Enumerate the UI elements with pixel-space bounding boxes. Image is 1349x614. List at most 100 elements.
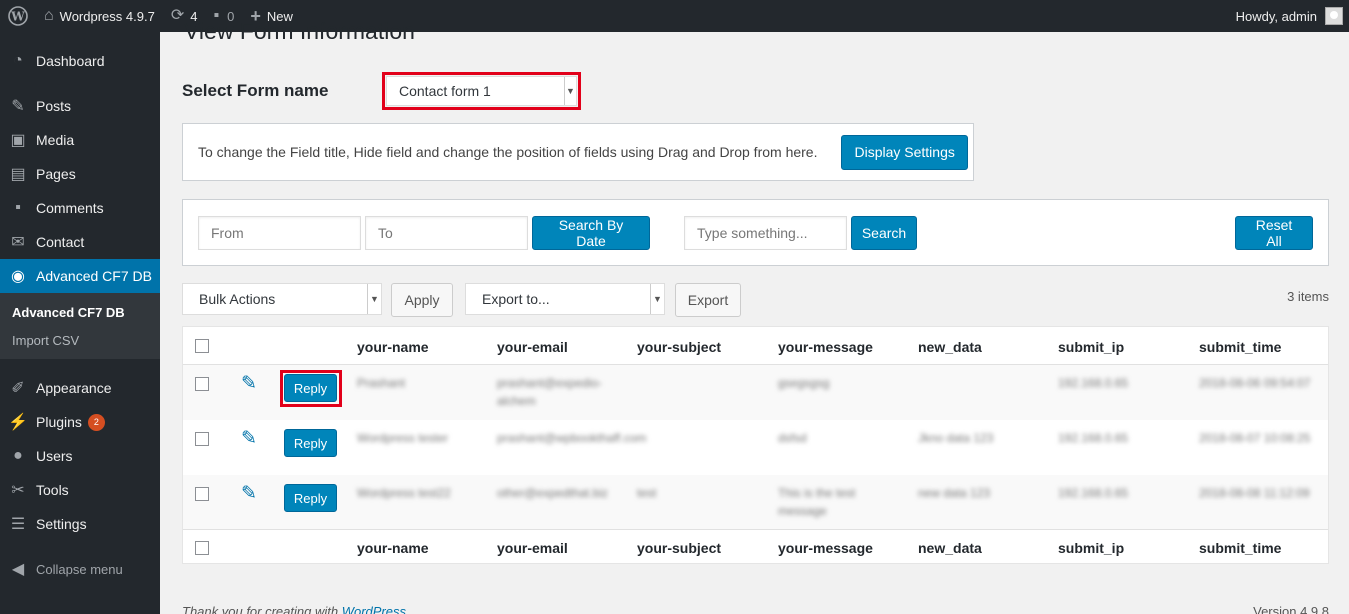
column-header-your-name[interactable]: your-name <box>357 339 429 355</box>
search-input[interactable]: Type something... <box>684 216 847 250</box>
chevron-down-icon: ▼ <box>650 284 664 314</box>
edit-icon[interactable]: ✎ <box>241 484 263 503</box>
cell-submit-time: 2018-08-07 10:08:25 <box>1199 431 1311 445</box>
row-checkbox[interactable] <box>195 487 209 501</box>
wordpress-link[interactable]: WordPress <box>342 604 406 614</box>
sidebar-item-posts[interactable]: ✎ Posts <box>0 89 160 123</box>
column-footer-your-subject[interactable]: your-subject <box>637 540 721 556</box>
reply-button[interactable]: Reply <box>284 484 337 512</box>
row-checkbox[interactable] <box>195 377 209 391</box>
wrench-icon: ✂ <box>11 482 25 499</box>
column-footer-your-email[interactable]: your-email <box>497 540 568 556</box>
sidebar-item-plugins[interactable]: ⚡ Plugins 2 <box>0 405 160 439</box>
from-date-input[interactable]: From <box>198 216 361 250</box>
media-icon: ▣ <box>10 132 26 149</box>
column-header-submit-time[interactable]: submit_time <box>1199 339 1281 355</box>
plugins-update-badge: 2 <box>87 413 105 431</box>
column-footer-submit-ip[interactable]: submit_ip <box>1058 540 1124 556</box>
cell-new-data: Jkno data 123 <box>918 431 994 445</box>
submenu-advanced-cf7-db[interactable]: Advanced CF7 DB <box>0 299 160 327</box>
items-count: 3 items <box>1287 289 1329 304</box>
cell-submit-ip: 192.168.0.65 <box>1058 376 1129 390</box>
table-header-row: your-name your-email your-subject your-m… <box>183 327 1328 365</box>
user-icon: ● <box>13 447 23 464</box>
sidebar-item-comments[interactable]: ▪ Comments <box>0 191 160 225</box>
column-header-new-data[interactable]: new_data <box>918 339 982 355</box>
sidebar-item-pages[interactable]: ▤ Pages <box>0 157 160 191</box>
chevron-down-icon: ▼ <box>367 284 381 314</box>
reply-button[interactable]: Reply <box>284 374 337 402</box>
edit-icon[interactable]: ✎ <box>241 374 263 393</box>
cell-your-name: Wordpress test22 <box>357 486 451 500</box>
avatar <box>1325 7 1343 25</box>
display-settings-button[interactable]: Display Settings <box>841 134 968 170</box>
cell-submit-ip: 192.168.0.65 <box>1058 486 1129 500</box>
column-header-your-message[interactable]: your-message <box>778 339 873 355</box>
footer-version: Version 4.9.8 <box>1253 604 1329 614</box>
select-all-checkbox[interactable] <box>195 541 209 555</box>
sidebar-item-appearance[interactable]: ✐ Appearance <box>0 371 160 405</box>
cell-your-email: prashant@expedio-alchem <box>497 376 602 408</box>
cell-submit-time: 2018-08-06 09:54:07 <box>1199 376 1311 390</box>
updates-icon: ⟳ <box>170 7 185 24</box>
export-to-value: Export to... <box>482 291 550 307</box>
table-footer-row: your-name your-email your-subject your-m… <box>183 529 1328 565</box>
sidebar-item-media[interactable]: ▣ Media <box>0 123 160 157</box>
form-name-select[interactable]: Contact form 1 ▼ <box>386 76 577 106</box>
sidebar-item-label: Posts <box>36 98 72 114</box>
sidebar-item-label: Plugins <box>36 414 82 430</box>
select-all-checkbox[interactable] <box>195 339 209 353</box>
sidebar-item-contact[interactable]: ✉ Contact <box>0 225 160 259</box>
sidebar-item-dashboard[interactable]: ◔ Dashboard <box>0 44 160 78</box>
sidebar-item-users[interactable]: ● Users <box>0 439 160 473</box>
export-button[interactable]: Export <box>675 283 741 317</box>
sidebar-item-label: Tools <box>36 482 69 498</box>
sidebar-item-settings[interactable]: ☰ Settings <box>0 507 160 541</box>
cell-submit-ip: 192.168.0.65 <box>1058 431 1129 445</box>
pages-icon: ▤ <box>10 166 26 183</box>
column-footer-your-name[interactable]: your-name <box>357 540 429 556</box>
column-footer-new-data[interactable]: new_data <box>918 540 982 556</box>
cell-your-name: Wordpress tester <box>357 431 449 445</box>
brush-icon: ✐ <box>11 380 25 397</box>
form-select-row: Select Form name Contact form 1 ▼ <box>182 72 581 110</box>
cell-your-message: This is the test message <box>778 486 856 518</box>
sidebar-item-tools[interactable]: ✂ Tools <box>0 473 160 507</box>
edit-icon[interactable]: ✎ <box>241 429 263 448</box>
envelope-icon: ✉ <box>11 234 25 251</box>
main-content: View Form Information Select Form name C… <box>182 18 1329 614</box>
table-row: ✎ Reply Wordpress tester prashant@wpbook… <box>183 420 1328 475</box>
collapse-label: Collapse menu <box>36 561 123 577</box>
sidebar-item-advanced-cf7-db[interactable]: ◉ Advanced CF7 DB <box>0 259 160 293</box>
reply-button[interactable]: Reply <box>284 429 337 457</box>
bulk-actions-select[interactable]: Bulk Actions ▼ <box>182 283 382 315</box>
page-title: View Form Information <box>184 18 415 44</box>
bulk-actions-value: Bulk Actions <box>199 291 276 307</box>
search-button[interactable]: Search <box>851 216 917 250</box>
column-header-submit-ip[interactable]: submit_ip <box>1058 339 1124 355</box>
to-date-input[interactable]: To <box>365 216 528 250</box>
row-checkbox[interactable] <box>195 432 209 446</box>
footer-thanks-text: Thank you for creating with <box>182 604 339 614</box>
sidebar-item-label: Media <box>36 132 75 148</box>
submenu-import-csv[interactable]: Import CSV <box>0 327 160 355</box>
reset-all-button[interactable]: Reset All <box>1235 216 1313 250</box>
sidebar-item-label: Pages <box>36 166 76 182</box>
sidebar-item-label: Appearance <box>36 380 112 396</box>
search-by-date-button[interactable]: Search By Date <box>532 216 650 250</box>
site-name-link[interactable]: ⌂ Wordpress 4.9.7 <box>36 0 163 32</box>
column-header-your-email[interactable]: your-email <box>497 339 568 355</box>
cell-your-message: gsegsgsg <box>778 376 830 390</box>
entries-table: your-name your-email your-subject your-m… <box>182 326 1329 564</box>
sidebar-item-label: Settings <box>36 516 87 532</box>
column-footer-submit-time[interactable]: submit_time <box>1199 540 1281 556</box>
column-header-your-subject[interactable]: your-subject <box>637 339 721 355</box>
column-footer-your-message[interactable]: your-message <box>778 540 873 556</box>
wordpress-logo-icon[interactable]: W <box>0 0 36 32</box>
site-name: Wordpress 4.9.7 <box>59 8 155 24</box>
chevron-down-icon: ▼ <box>564 77 576 105</box>
export-to-select[interactable]: Export to... ▼ <box>465 283 665 315</box>
collapse-menu-button[interactable]: ◀ Collapse menu <box>0 552 160 586</box>
account-menu[interactable]: Howdy, admin <box>1228 0 1349 32</box>
apply-button[interactable]: Apply <box>391 283 453 317</box>
